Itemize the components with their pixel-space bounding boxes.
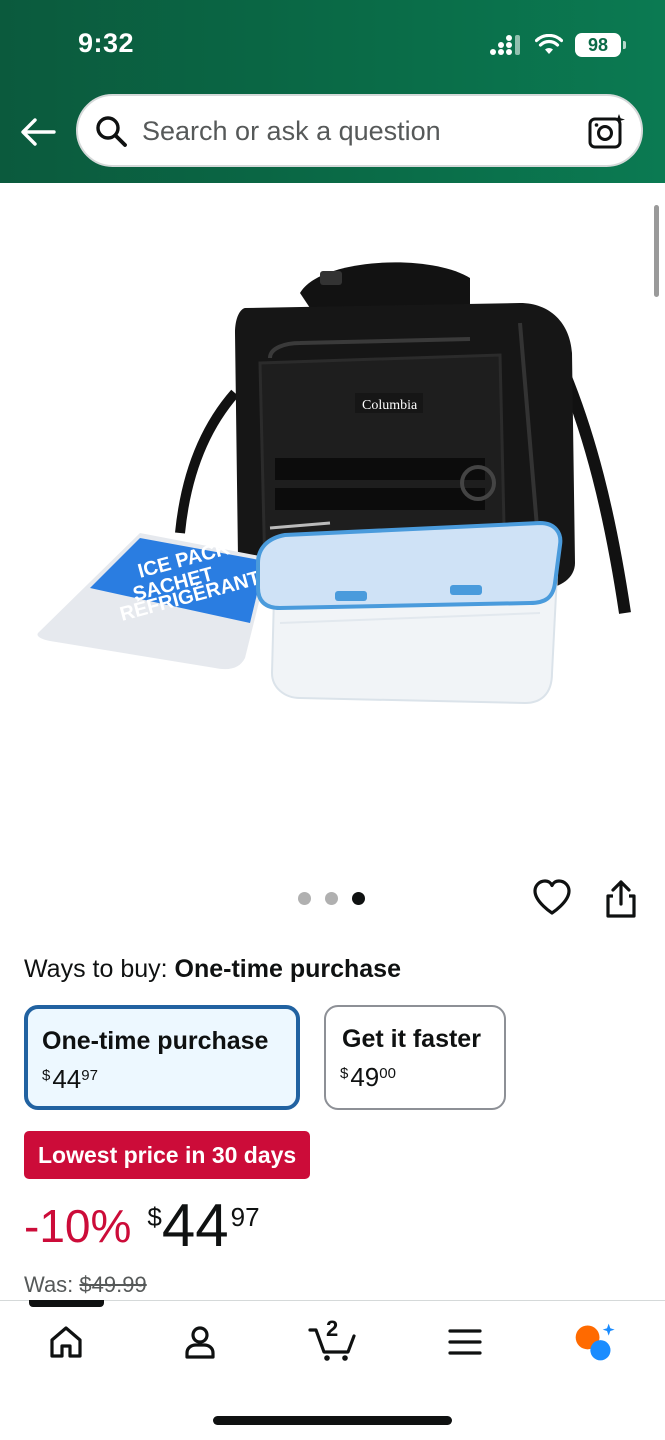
search-input[interactable]: Search or ask a question [142, 116, 441, 147]
option-price: $ 44 97 [42, 1064, 282, 1095]
price-whole: 44 [52, 1064, 82, 1094]
product-brand-logo: Columbia [362, 398, 418, 413]
was-price-value: $49.99 [79, 1272, 147, 1297]
get-it-faster-option[interactable]: Get it faster $ 49 00 [324, 1005, 506, 1110]
option-title: One-time purchase [42, 1027, 269, 1055]
deal-badge: Lowest price in 30 days [24, 1131, 311, 1179]
app-header: 9:32 98 Search or ask a question [0, 0, 665, 183]
home-indicator[interactable] [213, 1416, 452, 1425]
currency-symbol: $ [42, 1067, 51, 1084]
was-label: Was: [24, 1272, 74, 1297]
carousel-dot-active[interactable] [352, 892, 365, 905]
status-icons: 98 [489, 30, 626, 60]
product-image: Columbia ICE PACK SACHET RÉFRIGÉRANT [37, 262, 631, 705]
wifi-icon [535, 34, 563, 54]
rufus-ai-icon [575, 1323, 615, 1361]
price-fraction: 97 [81, 1067, 98, 1084]
account-icon [185, 1326, 215, 1359]
current-price: $ 44 97 [147, 1196, 259, 1256]
camera-search-icon[interactable] [587, 112, 627, 150]
carousel-dots [298, 892, 365, 905]
was-price: Was: $49.99 [24, 1272, 147, 1298]
back-arrow-icon [21, 118, 56, 146]
signal-icon [490, 35, 520, 55]
discount-percent: -10% [24, 1200, 132, 1252]
nav-active-indicator [29, 1300, 104, 1307]
home-icon [50, 1326, 82, 1358]
search-bar[interactable]: Search or ask a question [76, 94, 643, 167]
ways-to-buy-prefix: Ways to buy: [24, 955, 168, 983]
heart-icon[interactable] [532, 878, 572, 918]
nav-account[interactable] [178, 1320, 222, 1364]
carousel-dot[interactable] [298, 892, 311, 905]
one-time-purchase-option[interactable]: One-time purchase $ 44 97 [24, 1005, 300, 1110]
price-row: -10% $ 44 97 [24, 1196, 260, 1256]
option-title: Get it faster [342, 1025, 481, 1053]
option-price: $ 49 00 [340, 1062, 490, 1093]
price-whole: 49 [350, 1062, 380, 1092]
ways-to-buy-selected: One-time purchase [174, 955, 401, 983]
price-whole: 44 [161, 1192, 229, 1259]
battery-icon: 98 [575, 33, 626, 57]
currency-symbol: $ [340, 1065, 349, 1082]
search-icon [96, 116, 127, 147]
status-time: 9:32 [78, 28, 135, 58]
currency-symbol: $ [147, 1202, 162, 1232]
menu-icon [448, 1329, 482, 1355]
back-button[interactable] [18, 112, 58, 152]
share-icon[interactable] [603, 879, 639, 919]
nav-menu[interactable] [443, 1320, 487, 1364]
cart-count: 2 [326, 1316, 339, 1341]
price-fraction: 00 [379, 1065, 396, 1082]
nav-home[interactable] [44, 1320, 88, 1364]
scrollbar[interactable] [654, 205, 659, 297]
nav-rufus[interactable] [572, 1320, 616, 1364]
carousel-dot[interactable] [325, 892, 338, 905]
ways-to-buy-label: Ways to buy: One-time purchase [24, 955, 401, 984]
product-image-carousel[interactable]: Columbia ICE PACK SACHET RÉFRIGÉRANT [0, 183, 665, 873]
price-fraction: 97 [230, 1202, 260, 1232]
